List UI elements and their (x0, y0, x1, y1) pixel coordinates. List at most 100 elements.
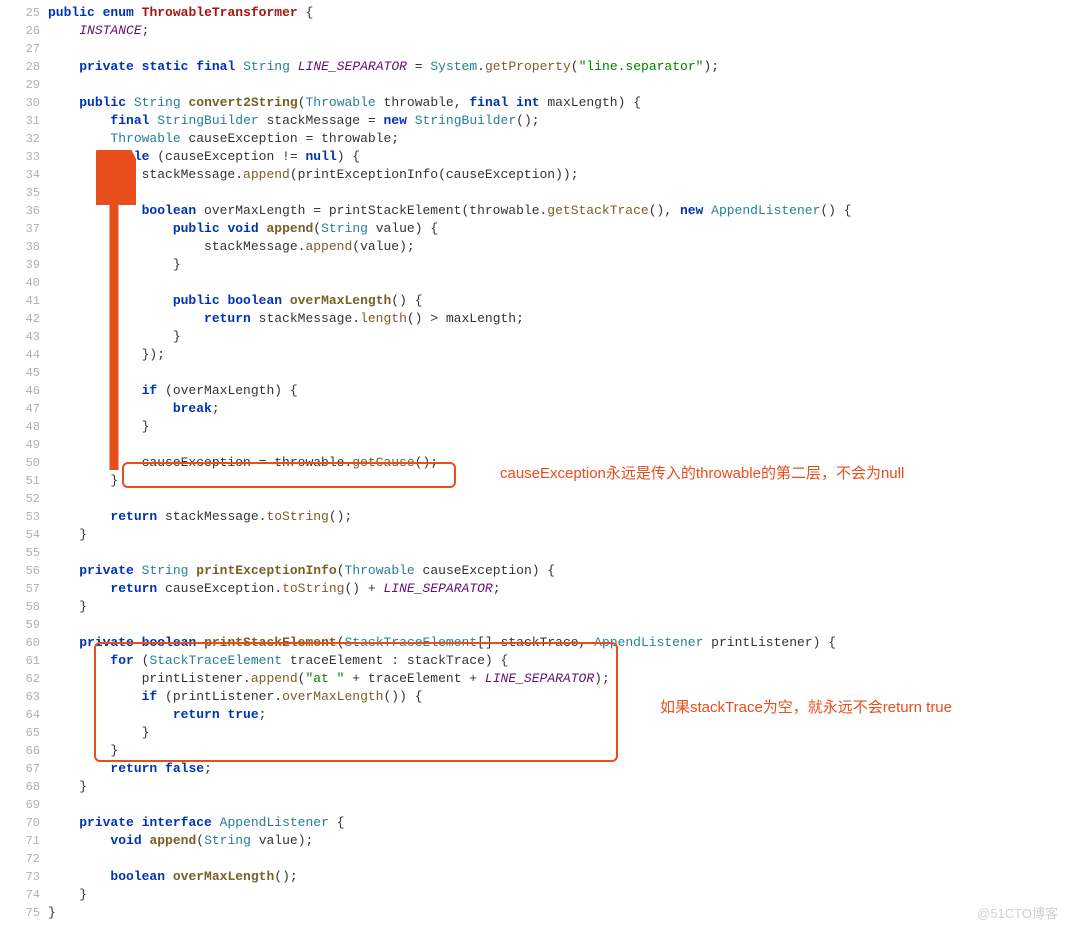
line-number: 42 (0, 310, 40, 328)
line-number: 57 (0, 580, 40, 598)
line-number: 25 (0, 4, 40, 22)
annotation-text-2: 如果stackTrace为空，就永远不会return true (660, 696, 952, 717)
line-number: 41 (0, 292, 40, 310)
line-number: 60 (0, 634, 40, 652)
code-line: private String printExceptionInfo(Throwa… (48, 562, 852, 580)
code-line: } (48, 418, 852, 436)
code-line: return stackMessage.length() > maxLength… (48, 310, 852, 328)
code-line: public boolean overMaxLength() { (48, 292, 852, 310)
code-line (48, 40, 852, 58)
line-number: 75 (0, 904, 40, 922)
line-number: 68 (0, 778, 40, 796)
code-line: } (48, 886, 852, 904)
line-number: 70 (0, 814, 40, 832)
line-number: 58 (0, 598, 40, 616)
line-number: 27 (0, 40, 40, 58)
line-number: 62 (0, 670, 40, 688)
code-line: } (48, 778, 852, 796)
line-number: 59 (0, 616, 40, 634)
line-number: 48 (0, 418, 40, 436)
line-number: 71 (0, 832, 40, 850)
line-number: 73 (0, 868, 40, 886)
line-number: 32 (0, 130, 40, 148)
code-line: private interface AppendListener { (48, 814, 852, 832)
line-number: 26 (0, 22, 40, 40)
line-number: 54 (0, 526, 40, 544)
code-line: } (48, 904, 852, 922)
code-line: private boolean printStackElement(StackT… (48, 634, 852, 652)
line-number: 55 (0, 544, 40, 562)
code-line: public enum ThrowableTransformer { (48, 4, 852, 22)
code-line (48, 544, 852, 562)
code-line (48, 364, 852, 382)
line-number: 56 (0, 562, 40, 580)
line-number: 43 (0, 328, 40, 346)
code-line: } (48, 724, 852, 742)
line-number: 35 (0, 184, 40, 202)
line-number: 66 (0, 742, 40, 760)
code-line: }); (48, 346, 852, 364)
code-line (48, 796, 852, 814)
code-line: stackMessage.append(printExceptionInfo(c… (48, 166, 852, 184)
code-line: while (causeException != null) { (48, 148, 852, 166)
code-line: return causeException.toString() + LINE_… (48, 580, 852, 598)
code-line (48, 616, 852, 634)
code-line (48, 274, 852, 292)
code-line (48, 490, 852, 508)
code-line: printListener.append("at " + traceElemen… (48, 670, 852, 688)
line-number: 29 (0, 76, 40, 94)
line-number: 64 (0, 706, 40, 724)
line-number: 53 (0, 508, 40, 526)
code-line: } (48, 328, 852, 346)
line-number: 61 (0, 652, 40, 670)
code-line: return false; (48, 760, 852, 778)
code-line: if (overMaxLength) { (48, 382, 852, 400)
line-number: 45 (0, 364, 40, 382)
line-number: 34 (0, 166, 40, 184)
code-line: } (48, 598, 852, 616)
line-number: 69 (0, 796, 40, 814)
code-line: for (StackTraceElement traceElement : st… (48, 652, 852, 670)
code-line: break; (48, 400, 852, 418)
line-number: 28 (0, 58, 40, 76)
code-viewer: 2526272829303132333435363738394041424344… (0, 0, 1068, 926)
code-line: private static final String LINE_SEPARAT… (48, 58, 852, 76)
line-number: 74 (0, 886, 40, 904)
line-number: 50 (0, 454, 40, 472)
line-number: 44 (0, 346, 40, 364)
line-number: 30 (0, 94, 40, 112)
line-number: 49 (0, 436, 40, 454)
code-line: void append(String value); (48, 832, 852, 850)
line-number: 31 (0, 112, 40, 130)
code-line: } (48, 256, 852, 274)
line-number: 40 (0, 274, 40, 292)
watermark: @51CTO博客 (977, 903, 1058, 922)
line-number: 36 (0, 202, 40, 220)
line-number: 63 (0, 688, 40, 706)
line-number: 33 (0, 148, 40, 166)
code-line (48, 76, 852, 94)
line-number: 67 (0, 760, 40, 778)
line-number: 47 (0, 400, 40, 418)
code-line: Throwable causeException = throwable; (48, 130, 852, 148)
code-line (48, 184, 852, 202)
code-line (48, 436, 852, 454)
code-line: public String convert2String(Throwable t… (48, 94, 852, 112)
line-number: 46 (0, 382, 40, 400)
code-line: final StringBuilder stackMessage = new S… (48, 112, 852, 130)
code-line: boolean overMaxLength(); (48, 868, 852, 886)
code-line: return stackMessage.toString(); (48, 508, 852, 526)
line-number: 38 (0, 238, 40, 256)
code-line: stackMessage.append(value); (48, 238, 852, 256)
line-number: 39 (0, 256, 40, 274)
line-number: 65 (0, 724, 40, 742)
line-number-gutter: 2526272829303132333435363738394041424344… (0, 0, 48, 926)
line-number: 37 (0, 220, 40, 238)
code-line: } (48, 526, 852, 544)
code-line: INSTANCE; (48, 22, 852, 40)
line-number: 51 (0, 472, 40, 490)
code-line (48, 850, 852, 868)
annotation-text-1: causeException永远是传入的throwable的第二层，不会为nul… (500, 462, 904, 483)
line-number: 72 (0, 850, 40, 868)
code-line: public void append(String value) { (48, 220, 852, 238)
